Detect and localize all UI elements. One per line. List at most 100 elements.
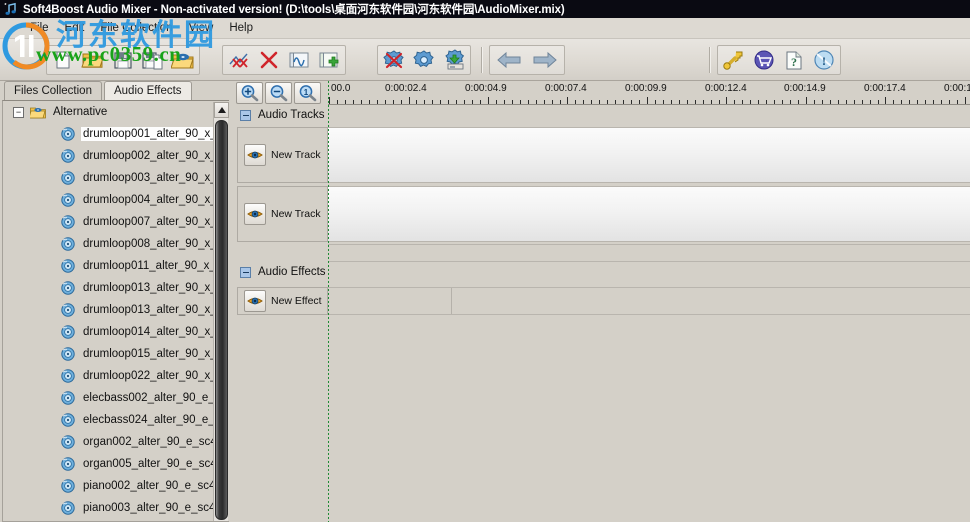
timeline-ruler[interactable]: 00.00:00:02.40:00:04.90:00:07.40:00:09.9…: [328, 81, 970, 105]
ruler-tick: [432, 100, 433, 104]
menu-edit[interactable]: Edit: [57, 19, 93, 38]
audio-file-icon: [61, 413, 75, 427]
add-waveform-button[interactable]: [284, 46, 314, 74]
about-button[interactable]: !: [809, 46, 839, 74]
ruler-label-8: 0:00:19.9: [944, 83, 970, 94]
audio-file-icon: [61, 457, 75, 471]
tree-item-5[interactable]: drumloop008_alter_90_x_: [3, 233, 229, 255]
menu-help[interactable]: Help: [221, 19, 261, 38]
save-effect-button[interactable]: [439, 46, 469, 74]
delete-all-button[interactable]: [224, 46, 254, 74]
track-lane-1[interactable]: [328, 127, 970, 183]
zoom-out-button[interactable]: [265, 82, 292, 104]
playhead-marker[interactable]: [328, 81, 329, 522]
track-header-1[interactable]: New Track: [237, 127, 328, 183]
scroll-up-button[interactable]: [214, 102, 229, 118]
tab-audio-effects[interactable]: Audio Effects: [104, 81, 192, 100]
help-button[interactable]: ?: [779, 46, 809, 74]
track-lane-2[interactable]: [328, 186, 970, 242]
tree-item-13[interactable]: elecbass024_alter_90_e_: [3, 409, 229, 431]
zoom-in-button[interactable]: [236, 82, 263, 104]
ruler-tick: [957, 100, 958, 104]
toolbar-file-group: [46, 45, 200, 75]
tree-item-12[interactable]: elecbass002_alter_90_e_: [3, 387, 229, 409]
effect-header-1[interactable]: New Effect: [237, 287, 328, 315]
tree-item-label: elecbass024_alter_90_e_: [83, 414, 215, 426]
tab-files-collection-label: Files Collection: [14, 85, 92, 97]
ruler-tick: [329, 97, 330, 104]
menu-file[interactable]: File: [22, 19, 57, 38]
ruler-tick: [671, 100, 672, 104]
tree-item-label: drumloop004_alter_90_x_: [83, 194, 217, 206]
undo-button[interactable]: [491, 46, 527, 74]
zoom-one-to-one-button[interactable]: 1: [294, 82, 321, 104]
effect-lane-slot[interactable]: [423, 288, 452, 314]
menu-file-collection[interactable]: File Collection: [92, 19, 180, 38]
tree-item-2[interactable]: drumloop003_alter_90_x_: [3, 167, 229, 189]
svg-text:1: 1: [303, 88, 308, 97]
open-project-button[interactable]: [78, 46, 108, 74]
tree-item-14[interactable]: organ002_alter_90_e_sc4: [3, 431, 229, 453]
eye-icon[interactable]: [244, 290, 266, 312]
ruler-tick: [607, 100, 608, 104]
ruler-tick: [567, 97, 568, 104]
tree-item-10[interactable]: drumloop015_alter_90_x_: [3, 343, 229, 365]
collapse-square-icon[interactable]: [240, 267, 251, 278]
tree-item-6[interactable]: drumloop011_alter_90_x_: [3, 255, 229, 277]
ruler-tick: [925, 100, 926, 104]
menu-view[interactable]: View: [181, 19, 222, 38]
title-bar: Soft4Boost Audio Mixer - Non-activated v…: [0, 0, 970, 18]
ruler-tick: [583, 100, 584, 104]
remove-effect-button[interactable]: [379, 46, 409, 74]
audio-file-icon: [61, 391, 75, 405]
buy-now-button[interactable]: [749, 46, 779, 74]
collapse-icon[interactable]: −: [13, 107, 24, 118]
tree-item-3[interactable]: drumloop004_alter_90_x_: [3, 189, 229, 211]
files-tree-scrollbar[interactable]: [213, 102, 228, 522]
tree-item-16[interactable]: piano002_alter_90_e_sc4: [3, 475, 229, 497]
audio-file-icon: [61, 237, 75, 251]
tree-item-15[interactable]: organ005_alter_90_e_sc4: [3, 453, 229, 475]
tree-item-label: drumloop014_alter_90_x_: [83, 326, 217, 338]
eye-icon[interactable]: [244, 144, 266, 166]
ruler-tick: [734, 100, 735, 104]
tree-item-9[interactable]: drumloop014_alter_90_x_: [3, 321, 229, 343]
tree-item-17[interactable]: piano003_alter_90_e_sc4: [3, 497, 229, 519]
tree-item-11[interactable]: drumloop022_alter_90_x_: [3, 365, 229, 387]
tree-item-1[interactable]: drumloop002_alter_90_x_: [3, 145, 229, 167]
delete-button[interactable]: [254, 46, 284, 74]
tree-item-label: organ002_alter_90_e_sc4: [83, 436, 217, 448]
ruler-tick: [862, 100, 863, 104]
redo-button[interactable]: [527, 46, 563, 74]
effect-settings-button[interactable]: [409, 46, 439, 74]
collapse-square-icon[interactable]: [240, 110, 251, 121]
tree-item-8[interactable]: drumloop013_alter_90_x_: [3, 299, 229, 321]
track-header-2[interactable]: New Track: [237, 186, 328, 242]
activate-key-button[interactable]: [719, 46, 749, 74]
tree-root-alternative[interactable]: − Alternative: [3, 101, 229, 123]
eye-icon[interactable]: [244, 203, 266, 225]
effect-lane-1[interactable]: [328, 287, 970, 315]
ruler-tick: [822, 100, 823, 104]
ruler-tick: [409, 97, 410, 104]
save-as-button[interactable]: [138, 46, 168, 74]
tab-files-collection[interactable]: Files Collection: [4, 81, 102, 100]
ruler-label-6: 0:00:14.9: [784, 83, 826, 94]
ruler-tick: [520, 100, 521, 104]
ruler-tick: [703, 100, 704, 104]
add-track-button[interactable]: [314, 46, 344, 74]
tree-item-4[interactable]: drumloop007_alter_90_x_: [3, 211, 229, 233]
scrollbar-thumb[interactable]: [215, 120, 228, 520]
ruler-tick: [695, 100, 696, 104]
import-media-button[interactable]: [168, 46, 198, 74]
tree-item-0[interactable]: drumloop001_alter_90_x_: [3, 123, 229, 145]
new-project-button[interactable]: [48, 46, 78, 74]
ruler-label-0: 00.0: [331, 83, 350, 94]
tree-item-7[interactable]: drumloop013_alter_90_x_: [3, 277, 229, 299]
ruler-label-3: 0:00:07.4: [545, 83, 587, 94]
audio-file-icon: [61, 501, 75, 515]
tree-root-label: Alternative: [53, 106, 107, 118]
ruler-tick: [901, 100, 902, 104]
save-project-button[interactable]: [108, 46, 138, 74]
zoom-toolbar: 1: [233, 81, 327, 105]
